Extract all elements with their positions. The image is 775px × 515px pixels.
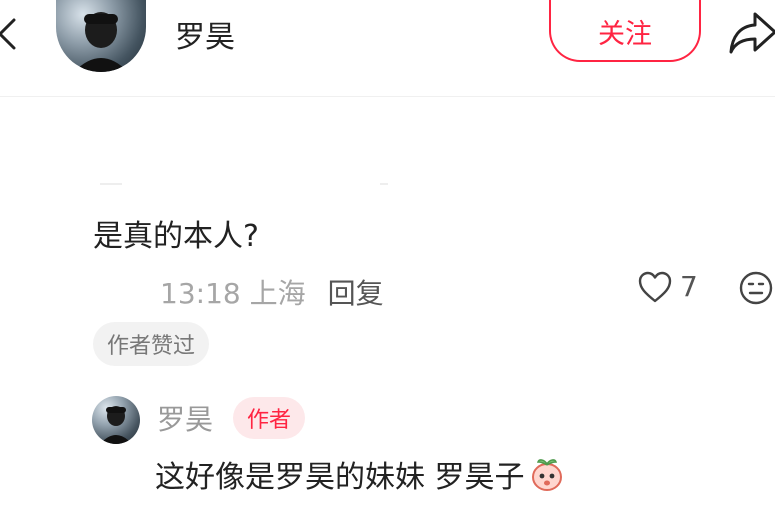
share-icon[interactable] — [725, 8, 775, 56]
divider — [380, 183, 388, 185]
follow-button[interactable]: 关注 — [549, 0, 701, 62]
divider — [100, 183, 122, 185]
reply-avatar[interactable] — [92, 396, 140, 444]
reply-author-name[interactable]: 罗昊 — [157, 398, 213, 438]
comment-meta: 13:18 上海 回复 — [160, 272, 384, 312]
author-avatar[interactable] — [56, 0, 146, 72]
reply-text-row: 这好像是罗昊的妹妹 罗昊子 — [155, 452, 565, 496]
author-tag: 作者 — [233, 397, 306, 439]
comment-time-location: 13:18 上海 — [160, 277, 306, 310]
reply-button[interactable]: 回复 — [328, 277, 384, 310]
top-bar: 罗昊 关注 — [0, 0, 775, 97]
author-liked-badge: 作者赞过 — [93, 322, 210, 366]
like-count: 7 — [680, 270, 698, 303]
back-icon[interactable] — [0, 14, 24, 54]
reply-text: 这好像是罗昊的妹妹 罗昊子 — [155, 460, 525, 495]
author-name[interactable]: 罗昊 — [175, 12, 235, 56]
heart-icon[interactable] — [637, 270, 673, 304]
comment-text: 是真的本人? — [93, 219, 259, 254]
peach-emoji-icon — [531, 459, 562, 491]
emoji-icon[interactable] — [738, 270, 774, 306]
